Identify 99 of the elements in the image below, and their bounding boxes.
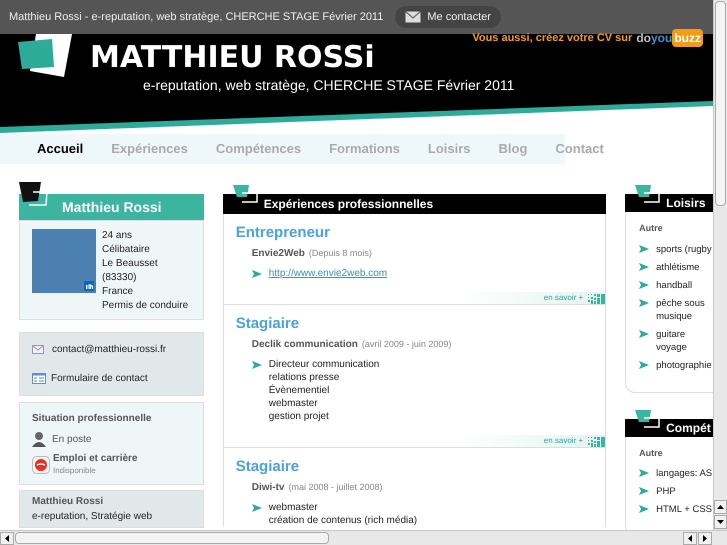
vertical-scrollbar[interactable]	[713, 0, 727, 530]
list-text: langages: AS	[656, 467, 712, 480]
list-text: guitare	[656, 328, 686, 340]
job-title: Entrepreneur	[236, 224, 331, 242]
company-line: Declik communication (avril 2009 - juin 2009)	[250, 338, 452, 352]
list-text: webmaster	[268, 397, 319, 410]
nav-tab[interactable]: Accueil	[37, 139, 84, 159]
arrow-bullet-icon	[252, 360, 262, 370]
nav-tab[interactable]: Formations	[329, 139, 400, 159]
scrollbar-thumb[interactable]	[715, 1, 726, 206]
list-text: HTML + CSS	[656, 503, 712, 516]
promo-text: Vous aussi, créez votre CV sur	[472, 30, 632, 46]
up-arrow-icon	[717, 505, 724, 509]
no-entry-icon	[32, 456, 50, 474]
envelope-icon	[32, 344, 44, 355]
list-text: webmaster	[268, 501, 319, 514]
website-link[interactable]: http://www.envie2web.com	[268, 267, 388, 280]
square-logo-icon	[232, 185, 259, 203]
scrollbar-thumb[interactable]	[15, 532, 329, 544]
arrow-bullet-icon	[639, 486, 650, 496]
job-title: Stagiaire	[236, 315, 300, 333]
read-more-link[interactable]: en savoir +	[544, 435, 584, 447]
list-text: athlétisme	[656, 260, 700, 274]
job-title: Stagiaire	[236, 458, 300, 476]
site-name: MATTHIEU ROSSi	[90, 42, 375, 74]
list-text: relations presse	[268, 371, 340, 384]
section-heading: Matthieu Rossi	[32, 496, 104, 508]
section-title: Loisirs	[666, 195, 706, 212]
list-text: sports (rugby	[656, 242, 712, 256]
brand-logo[interactable]: doyou buzz	[636, 29, 703, 47]
list-text: photographie	[656, 358, 712, 372]
page-title: Matthieu Rossi - e-reputation, web stratège, CHERCHE STAGE Février 2011	[9, 10, 384, 25]
linkedin-icon	[84, 281, 94, 291]
arrow-bullet-icon	[639, 360, 650, 370]
nav-tab[interactable]: Contact	[555, 139, 604, 159]
group-heading: Autre	[639, 222, 664, 235]
dotted-pattern-icon	[587, 292, 606, 304]
square-logo-icon	[19, 182, 49, 207]
arrow-bullet-icon	[639, 328, 650, 338]
square-logo-icon	[635, 185, 662, 203]
arrow-bullet-icon	[252, 269, 262, 279]
profile-detail: Célibataire	[102, 243, 151, 257]
scroll-left-button[interactable]	[683, 532, 697, 545]
summary-text: e-reputation, Stratégie web	[32, 511, 154, 523]
list-text: Directeur communication	[268, 358, 380, 371]
right-arrow-icon	[703, 535, 707, 542]
list-text: PHP	[656, 485, 676, 498]
nav-tab[interactable]: Expériences	[111, 139, 188, 159]
company-line: Diwi-tv (mai 2008 - juillet 2008)	[250, 481, 384, 495]
list-text: handball	[656, 278, 692, 292]
profile-detail: France	[102, 285, 134, 299]
profile-detail: Le Beausset	[102, 257, 159, 271]
profile-name: Matthieu Rossi	[62, 198, 162, 216]
arrow-bullet-icon	[639, 504, 650, 514]
company-line: Envie2Web (Depuis 8 mois)	[250, 247, 373, 261]
list-text: voyage	[656, 340, 687, 354]
down-arrow-icon	[717, 520, 724, 524]
contact-button[interactable]: Me contacter	[395, 6, 501, 28]
section-heading: Situation professionnelle	[32, 412, 152, 426]
nav-tab[interactable]: Blog	[498, 139, 528, 159]
read-more-link[interactable]: en savoir +	[544, 292, 584, 304]
profile-detail: Permis de conduire	[102, 299, 188, 313]
tagline: e-reputation, web stratège, CHERCHE STAGE Février 2011	[143, 76, 514, 94]
scroll-up-button[interactable]	[714, 500, 727, 514]
arrow-bullet-icon	[639, 280, 650, 290]
arrow-bullet-icon	[639, 244, 650, 254]
section-title: Compét	[666, 420, 711, 436]
list-text: pêche sous	[656, 296, 705, 310]
scroll-down-button[interactable]	[714, 515, 727, 529]
scroll-left-button[interactable]	[0, 532, 14, 545]
nav-tab[interactable]: Compétences	[216, 139, 302, 159]
list-text: création de contenus (rich média)	[268, 514, 418, 527]
nav-tab[interactable]: Loisirs	[428, 139, 471, 159]
square-logo-icon	[635, 410, 662, 428]
form-icon	[32, 373, 46, 384]
arrow-bullet-icon	[639, 298, 650, 308]
square-logo-icon	[18, 34, 74, 78]
dotted-pattern-icon	[587, 436, 606, 446]
section-title: Expériences professionnelles	[264, 196, 434, 213]
profile-detail: 24 ans	[102, 229, 134, 243]
status-text: En poste	[52, 432, 92, 446]
job-label: Emploi et carrière	[53, 453, 138, 465]
scroll-right-button[interactable]	[698, 532, 712, 545]
person-icon	[32, 431, 46, 447]
list-text: Évènementiel	[268, 384, 330, 397]
left-arrow-icon	[5, 535, 9, 542]
left-arrow-icon	[688, 535, 692, 542]
envelope-icon	[405, 11, 422, 23]
list-text: musique	[656, 310, 694, 322]
email-link[interactable]: contact@matthieu-rossi.fr	[52, 342, 166, 357]
horizontal-scrollbar[interactable]	[0, 530, 727, 545]
contact-form-link[interactable]: Formulaire de contact	[51, 371, 148, 386]
group-heading: Autre	[639, 446, 664, 460]
arrow-bullet-icon	[639, 262, 650, 272]
profile-detail: (83330)	[102, 271, 138, 285]
job-status: Indisponible	[53, 465, 97, 476]
arrow-bullet-icon	[639, 468, 650, 478]
arrow-bullet-icon	[252, 503, 262, 513]
list-text: gestion projet	[268, 410, 330, 423]
